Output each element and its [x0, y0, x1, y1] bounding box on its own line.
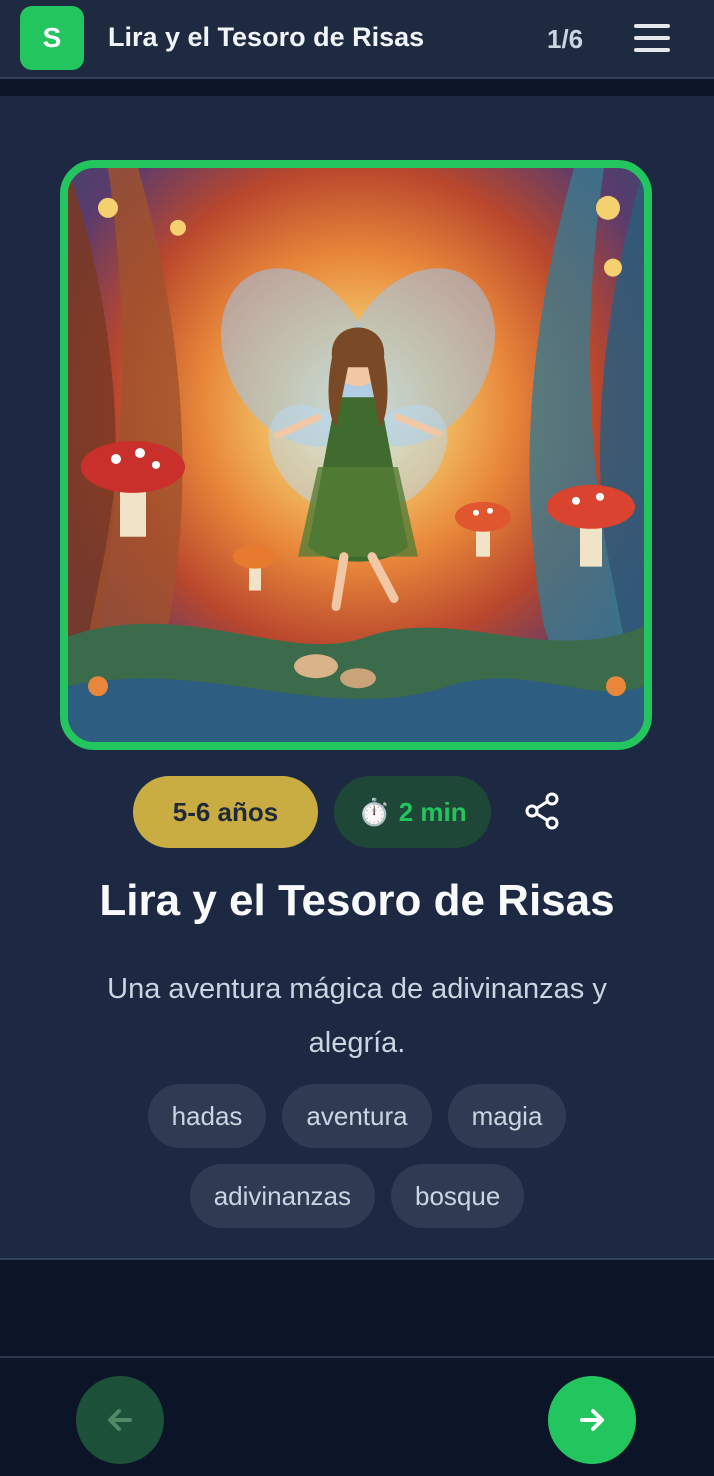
duration-badge: ⏱️ 2 min — [334, 776, 491, 848]
story-title: Lira y el Tesoro de Risas — [99, 876, 615, 925]
fairy-forest-illustration — [68, 168, 644, 742]
top-bar: S Lira y el Tesoro de Risas 1/6 — [0, 0, 714, 79]
navigation-bar — [0, 1356, 714, 1476]
tag-chip[interactable]: hadas — [147, 1084, 267, 1148]
duration-label: 2 min — [398, 796, 467, 827]
tag-chip[interactable]: aventura — [282, 1084, 432, 1148]
previous-page-button[interactable] — [76, 1376, 164, 1464]
arrow-left-icon — [108, 1409, 132, 1431]
app-logo[interactable]: S — [20, 6, 84, 70]
tag-chip[interactable]: bosque — [391, 1164, 525, 1228]
story-description: Una aventura mágica de adivinanzas y ale… — [107, 973, 607, 1059]
tag-chip[interactable]: adivinanzas — [189, 1164, 375, 1228]
age-badge: 5-6 años — [133, 776, 318, 848]
hamburger-menu-icon[interactable] — [632, 20, 672, 56]
page-counter: 1/6 — [547, 24, 584, 54]
header-spacer — [0, 81, 714, 96]
next-page-button[interactable] — [548, 1376, 636, 1464]
story-cover-illustration — [60, 160, 652, 750]
story-cover-section: 5-6 años ⏱️ 2 min Lira y el Tesoro de Ri… — [0, 96, 714, 1260]
tag-chip[interactable]: magia — [447, 1084, 567, 1148]
header-title: Lira y el Tesoro de Risas — [108, 22, 425, 52]
stopwatch-icon: ⏱️ — [358, 796, 391, 827]
share-icon[interactable] — [520, 788, 566, 834]
tag-list: hadas aventura magia adivinanzas bosque — [110, 1084, 604, 1228]
arrow-right-icon — [580, 1409, 604, 1431]
story-meta-row: 5-6 años ⏱️ 2 min — [0, 776, 714, 848]
